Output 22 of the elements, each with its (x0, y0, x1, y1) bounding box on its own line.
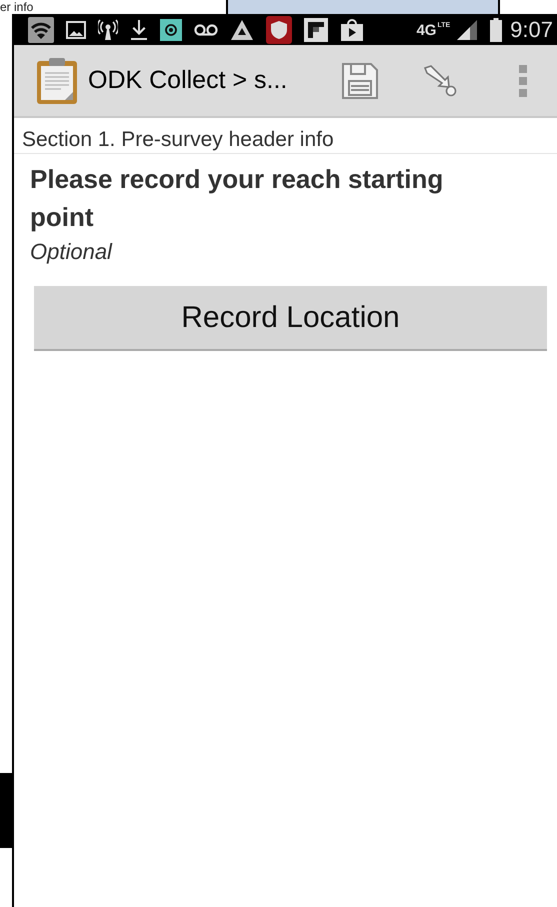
image-icon (66, 20, 86, 38)
network-type-text: 4G (416, 24, 436, 38)
clock-time: 9:07 (510, 16, 553, 44)
wifi-icon (28, 16, 54, 42)
save-button[interactable] (341, 62, 379, 100)
clipboard-icon (36, 56, 78, 104)
hint-text: Optional (29, 238, 114, 266)
antenna-icon (98, 18, 118, 40)
app-title: ODK Collect > s... (88, 64, 288, 96)
voicemail-icon (194, 22, 218, 36)
download-icon (130, 18, 148, 40)
signal-icon (456, 18, 478, 40)
question-label: Please record your reach starting point (29, 163, 444, 234)
section-header: Section 1. Pre-survey header info (14, 118, 557, 154)
battery-icon (490, 18, 502, 42)
triangle-icon (230, 18, 254, 40)
square-logo-icon (304, 18, 328, 42)
jump-arrow-button[interactable] (423, 64, 457, 96)
record-location-button[interactable]: Record Location (34, 286, 547, 351)
background-text: er info (0, 0, 34, 14)
overflow-menu-button[interactable] (519, 64, 527, 96)
shopping-bag-icon (340, 18, 364, 42)
